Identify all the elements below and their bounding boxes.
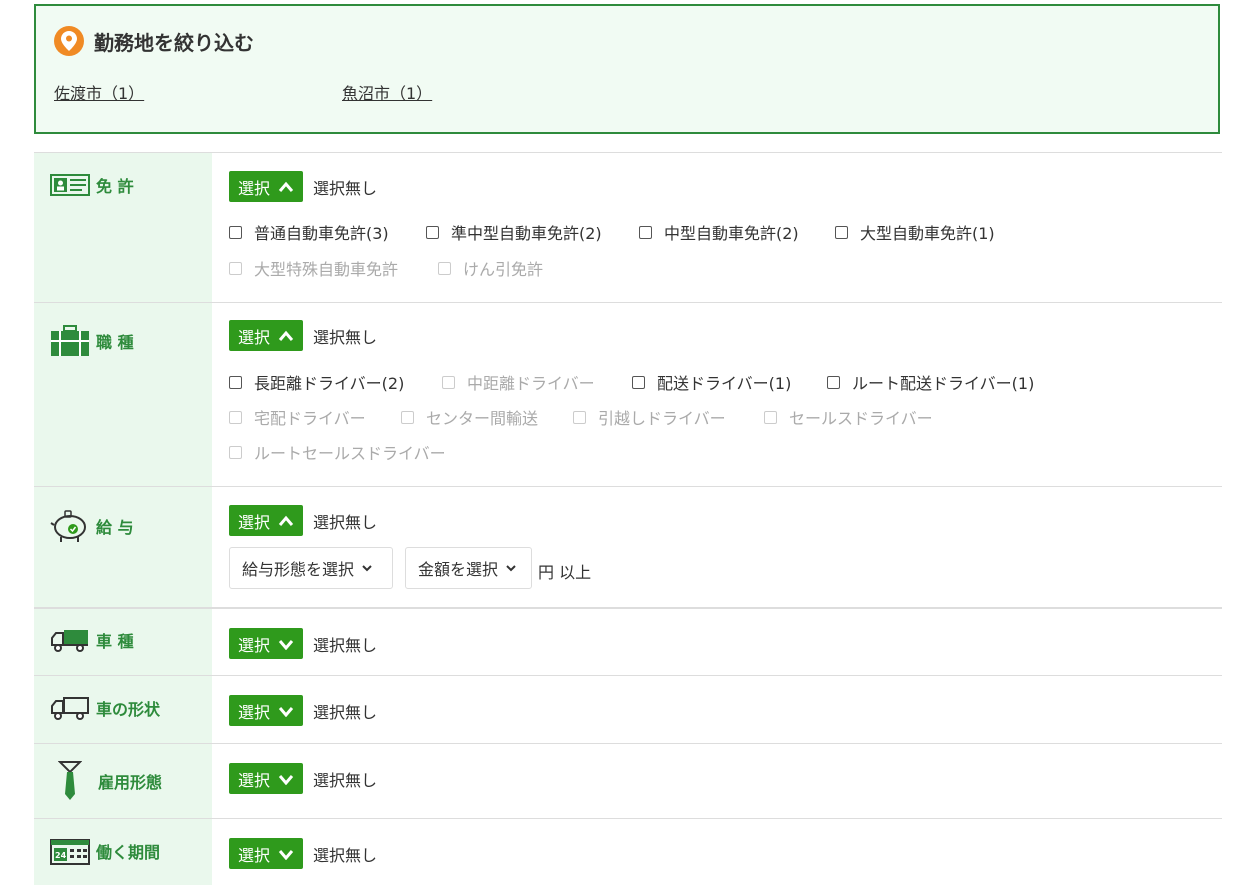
job-type-option-disabled: 引越しドライバー — [573, 405, 726, 429]
job-type-option[interactable]: ルート配送ドライバー(1) — [827, 370, 1034, 394]
job-type-option[interactable]: 配送ドライバー(1) — [632, 370, 791, 394]
license-option[interactable]: 中型自動車免許(2) — [639, 220, 799, 244]
checkbox[interactable] — [639, 225, 652, 239]
checkbox[interactable] — [229, 225, 242, 239]
piggy-bank-icon — [50, 509, 90, 543]
chevron-up-icon — [278, 515, 294, 527]
checkbox[interactable] — [827, 375, 840, 389]
checkbox[interactable] — [632, 375, 645, 389]
map-pin-icon — [54, 26, 84, 56]
vehicle-type-selection-status: 選択無し — [313, 635, 378, 655]
chevron-down-icon — [278, 638, 294, 650]
vehicle-shape-selection-status: 選択無し — [313, 702, 378, 722]
employment-type-selection-status: 選択無し — [313, 770, 378, 790]
chevron-down-icon — [278, 773, 294, 785]
license-label: 免 許 — [50, 173, 134, 197]
work-period-select-button[interactable]: 選択 — [229, 838, 304, 869]
vehicle-type-row: 車 種 選択 選択無し — [34, 607, 1222, 677]
checkbox — [229, 410, 242, 424]
checkbox — [442, 375, 455, 389]
work-period-label: 24 働く期間 — [50, 837, 160, 865]
license-card-icon — [50, 174, 90, 196]
vehicle-shape-row: 車の形状 選択 選択無し — [34, 675, 1222, 744]
job-type-option[interactable]: 長距離ドライバー(2) — [229, 370, 404, 394]
checkbox — [229, 261, 242, 275]
vehicle-type-label: 車 種 — [50, 627, 134, 653]
checkbox[interactable] — [835, 225, 848, 239]
license-row: 免 許 選択 選択無し 普通自動車免許(3) 準中型自動車免許(2) 中型自動車… — [34, 152, 1222, 303]
location-filter-box: 勤務地を絞り込む 佐渡市（1） 魚沼市（1） — [34, 4, 1220, 134]
location-link-uonuma[interactable]: 魚沼市（1） — [342, 80, 432, 104]
chevron-down-icon — [278, 705, 294, 717]
job-type-row: 職 種 選択 選択無し 長距離ドライバー(2) 中距離ドライバー 配送ドライバー… — [34, 302, 1222, 487]
job-type-option-disabled: 中距離ドライバー — [442, 370, 595, 394]
work-period-row: 24 働く期間 選択 選択無し — [34, 818, 1222, 885]
salary-select-button[interactable]: 選択 — [229, 505, 304, 536]
license-select-button[interactable]: 選択 — [229, 171, 304, 202]
checkbox — [438, 261, 451, 275]
job-type-option-disabled: 宅配ドライバー — [229, 405, 366, 429]
job-type-label: 職 種 — [50, 325, 134, 357]
chevron-up-icon — [278, 181, 294, 193]
location-title: 勤務地を絞り込む — [54, 26, 254, 56]
necktie-icon — [58, 760, 82, 802]
job-type-option-disabled: ルートセールスドライバー — [229, 440, 446, 464]
svg-text:24: 24 — [55, 851, 67, 860]
license-selection-status: 選択無し — [313, 178, 378, 198]
license-option-disabled: 大型特殊自動車免許 — [229, 256, 398, 280]
license-option-disabled: けん引免許 — [438, 256, 543, 280]
checkbox — [401, 410, 414, 424]
briefcase-icon — [50, 325, 90, 357]
checkbox — [764, 410, 777, 424]
checkbox[interactable] — [426, 225, 439, 239]
checkbox — [229, 445, 242, 459]
checkbox[interactable] — [229, 375, 242, 389]
employment-type-row: 雇用形態 選択 選択無し — [34, 743, 1222, 819]
chevron-down-icon — [506, 564, 516, 572]
work-period-selection-status: 選択無し — [313, 845, 378, 865]
salary-label: 給 与 — [50, 509, 134, 543]
location-title-text: 勤務地を絞り込む — [94, 30, 254, 55]
chevron-down-icon — [362, 564, 372, 572]
location-link-sado[interactable]: 佐渡市（1） — [54, 80, 144, 104]
van-icon — [50, 695, 90, 721]
salary-amount-select[interactable]: 金額を選択 — [405, 547, 532, 589]
checkbox — [573, 410, 586, 424]
license-option[interactable]: 準中型自動車免許(2) — [426, 220, 602, 244]
job-type-select-button[interactable]: 選択 — [229, 320, 304, 351]
license-option[interactable]: 普通自動車免許(3) — [229, 220, 389, 244]
salary-type-select[interactable]: 給与形態を選択 — [229, 547, 393, 589]
job-type-option-disabled: センター間輸送 — [401, 405, 538, 429]
job-type-option-disabled: セールスドライバー — [764, 405, 933, 429]
salary-selection-status: 選択無し — [313, 512, 378, 532]
chevron-down-icon — [278, 848, 294, 860]
vehicle-type-select-button[interactable]: 選択 — [229, 628, 304, 659]
vehicle-shape-label: 車の形状 — [50, 695, 160, 721]
salary-row: 給 与 選択 選択無し 給与形態を選択 金額を選択 円 以上 — [34, 486, 1222, 608]
license-option[interactable]: 大型自動車免許(1) — [835, 220, 995, 244]
job-type-selection-status: 選択無し — [313, 327, 378, 347]
vehicle-shape-select-button[interactable]: 選択 — [229, 695, 304, 726]
salary-unit-text: 円 以上 — [538, 563, 592, 582]
calendar-24-icon: 24 — [50, 837, 90, 865]
truck-icon — [50, 627, 90, 653]
employment-type-select-button[interactable]: 選択 — [229, 763, 304, 794]
chevron-up-icon — [278, 330, 294, 342]
employment-type-label: 雇用形態 — [50, 760, 162, 802]
